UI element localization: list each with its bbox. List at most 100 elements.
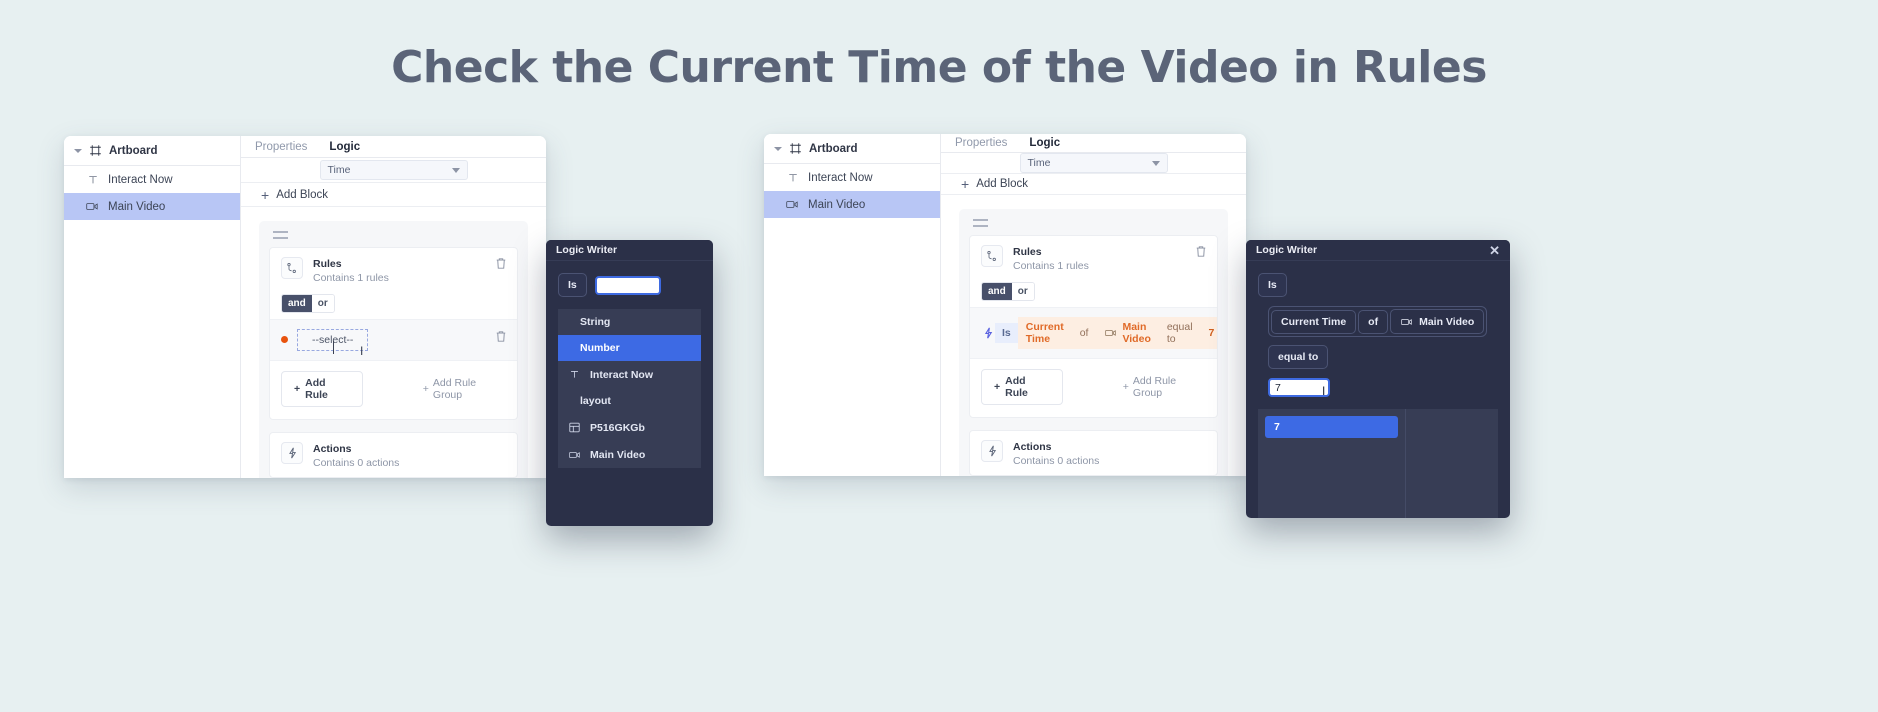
add-block-label: Add Block — [976, 178, 1028, 191]
sidebar-item-label: Interact Now — [808, 171, 873, 184]
right-sidebar-header-label: Artboard — [809, 142, 858, 155]
sidebar-item-interact-now[interactable]: Interact Now — [64, 166, 240, 193]
time-dropdown[interactable]: Time — [319, 160, 468, 181]
video-icon — [786, 198, 799, 211]
left-sidebar-header-label: Artboard — [109, 144, 158, 157]
left-sidebar-header[interactable]: Artboard — [64, 136, 240, 166]
add-rule-label: Add Rule — [1005, 374, 1028, 399]
sidebar-item-main-video[interactable]: Main Video — [64, 193, 240, 220]
add-block-button[interactable]: + Add Block — [241, 183, 546, 208]
text-icon — [568, 368, 581, 381]
option-string[interactable]: String — [558, 309, 701, 335]
is-chip[interactable]: Is — [1258, 273, 1287, 297]
rule-token-row[interactable]: Is Current Time of Main Video equal to 7 — [970, 306, 1217, 359]
rule-select-input[interactable]: --select-- — [297, 328, 369, 354]
video-icon — [568, 448, 581, 461]
sidebar-item-label: Interact Now — [108, 173, 173, 186]
logic-writer-right-body: Is Current Time of Main Video equal to 7… — [1246, 261, 1510, 518]
rules-title: Rules — [1013, 246, 1042, 259]
conjunction-toggle[interactable]: and or — [981, 281, 1035, 301]
suggestion-detail-column — [1406, 409, 1498, 518]
trash-icon[interactable] — [495, 257, 507, 275]
close-icon[interactable]: ✕ — [1489, 244, 1500, 257]
chip-current-time[interactable]: Current Time — [1271, 309, 1357, 334]
ibeam-cursor-icon: I — [360, 343, 364, 358]
option-layout[interactable]: layout — [558, 388, 701, 414]
trash-icon[interactable] — [495, 330, 507, 348]
right-sidebar: Artboard Interact Now Main Video — [764, 134, 941, 476]
drag-handle-icon[interactable] — [273, 231, 288, 240]
option-p516gkgb[interactable]: P516GKGb — [558, 414, 701, 441]
token-target[interactable]: Main Video — [1096, 317, 1158, 349]
token-property[interactable]: Current Time — [1018, 317, 1072, 349]
sidebar-item-label: Main Video — [108, 200, 166, 213]
rule-row: --select-- I — [270, 318, 517, 361]
drag-handle-icon[interactable] — [973, 219, 988, 228]
sidebar-item-main-video[interactable]: Main Video — [764, 191, 940, 218]
logic-writer-value-input[interactable]: 7 — [1268, 378, 1330, 397]
conjunction-or[interactable]: or — [1011, 282, 1034, 300]
option-label: P516GKGb — [590, 421, 645, 434]
tab-properties[interactable]: Properties — [255, 141, 307, 153]
chip-equal-to[interactable]: equal to — [1268, 345, 1329, 369]
plus-icon: + — [261, 186, 270, 203]
chevron-down-icon[interactable] — [74, 148, 82, 153]
right-sidebar-header[interactable]: Artboard — [764, 134, 940, 164]
artboard-icon — [789, 142, 802, 155]
bolt-icon — [281, 441, 303, 464]
option-interact-now[interactable]: Interact Now — [558, 361, 701, 388]
add-rule-button[interactable]: + Add Rule — [281, 370, 363, 407]
plus-icon: + — [994, 380, 1001, 393]
conjunction-and[interactable]: and — [282, 294, 312, 312]
is-chip[interactable]: Is — [558, 273, 587, 297]
chevron-down-icon[interactable] — [774, 146, 782, 151]
suggestion-item[interactable]: 7 — [1265, 416, 1398, 438]
option-main-video[interactable]: Main Video — [558, 441, 701, 468]
actions-title: Actions — [313, 442, 352, 455]
page-title: Check the Current Time of the Video in R… — [391, 42, 1487, 93]
token-expression: Current Time of Main Video equal to 7 — [1017, 316, 1217, 349]
tab-properties[interactable]: Properties — [955, 137, 1007, 149]
conjunction-toggle[interactable]: and or — [281, 293, 335, 313]
panel-pointer — [1246, 402, 1247, 418]
add-rule-button[interactable]: + Add Rule — [981, 368, 1063, 405]
bolt-icon — [981, 327, 995, 339]
rules-footer-buttons: + Add Rule + Add Rule Group — [270, 361, 517, 419]
chevron-down-icon — [1151, 160, 1160, 166]
token-target-label: Main Video — [1122, 320, 1151, 345]
rules-panel: Rules Contains 1 rules and or — [969, 235, 1218, 418]
chip-main-video[interactable]: Main Video — [1390, 309, 1485, 334]
logic-writer-value-input[interactable] — [594, 275, 661, 295]
plus-icon: + — [294, 382, 301, 395]
left-right-pane: Properties Logic Time + Add Block Rules … — [241, 136, 546, 478]
trash-icon[interactable] — [1195, 245, 1207, 263]
conjunction-and[interactable]: and — [982, 282, 1012, 300]
chip-main-video-label: Main Video — [1419, 315, 1475, 328]
time-dropdown[interactable]: Time — [1019, 153, 1168, 174]
sidebar-item-interact-now[interactable]: Interact Now — [764, 164, 940, 191]
right-tabs: Properties Logic — [941, 134, 1246, 154]
rules-title: Rules — [313, 258, 342, 271]
rules-panel: Rules Contains 1 rules and or — [269, 247, 518, 420]
text-icon — [86, 173, 99, 186]
option-number[interactable]: Number — [558, 335, 701, 361]
right-dropdown-row: Time — [941, 153, 1246, 175]
add-rule-group-button[interactable]: + Add Rule Group — [423, 377, 506, 401]
logic-writer-input-row: 7 I — [1268, 378, 1498, 398]
rules-panel-header: Rules Contains 1 rules — [970, 236, 1217, 280]
logic-writer-is-row: Is — [1258, 273, 1498, 297]
logic-writer-title: Logic Writer — [556, 244, 618, 256]
tab-logic[interactable]: Logic — [329, 141, 360, 153]
add-rule-group-button[interactable]: + Add Rule Group — [1123, 375, 1206, 399]
token-operator[interactable]: equal to — [1159, 317, 1201, 349]
chevron-down-icon — [451, 167, 460, 173]
drag-handle-row — [959, 219, 1228, 235]
plus-icon: + — [422, 382, 429, 395]
add-rule-group-label: Add Rule Group — [1132, 374, 1177, 399]
conjunction-or[interactable]: or — [311, 294, 334, 312]
logic-writer-options-list: String Number Interact Now layout P516GK… — [558, 309, 701, 468]
tab-logic[interactable]: Logic — [1029, 137, 1060, 149]
token-value[interactable]: 7 — [1201, 323, 1217, 343]
add-block-button[interactable]: + Add Block — [941, 174, 1246, 196]
bolt-icon — [981, 439, 1003, 462]
